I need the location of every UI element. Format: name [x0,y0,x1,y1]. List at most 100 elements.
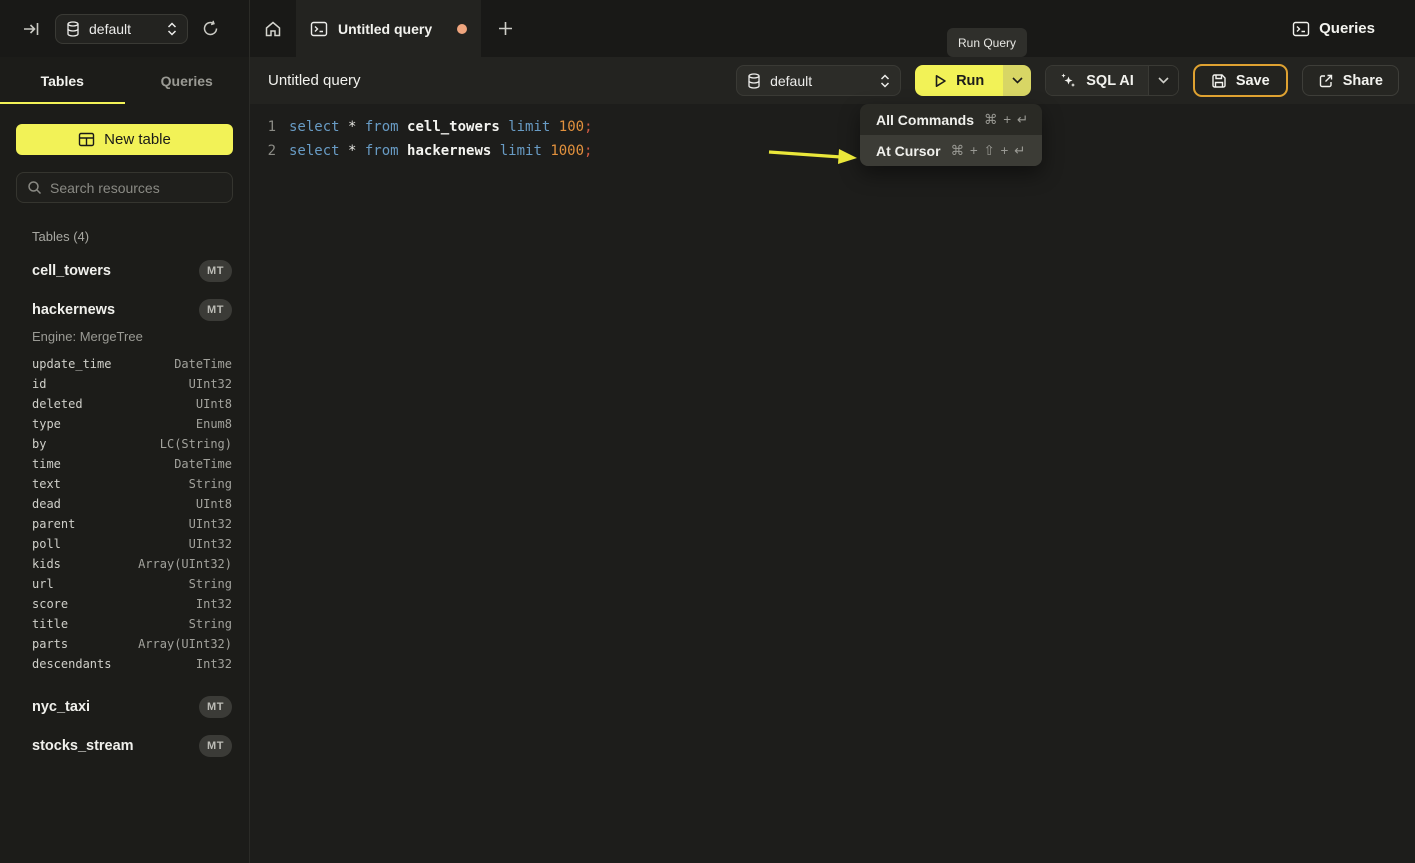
column-type: DateTime [174,457,232,471]
column-name: parts [32,637,68,651]
new-table-label: New table [104,131,171,148]
column-row: score Int32 [0,594,249,614]
table-name: stocks_stream [32,738,134,754]
main-area: Untitled query default [250,57,1415,863]
column-row: dead UInt8 [0,494,249,514]
column-type: String [189,617,232,631]
search-resources-box [16,172,233,203]
updown-chevron-icon [880,74,890,88]
search-icon [27,180,42,195]
run-button[interactable]: Run [915,65,1003,96]
sql-ai-label: SQL AI [1086,73,1134,89]
table-row-hackernews[interactable]: hackernews MT [0,298,249,322]
code-token: cell_towers [407,119,508,135]
column-name: descendants [32,657,111,671]
sql-ai-options-chevron[interactable] [1148,66,1178,95]
code-token: 1000 [550,143,584,159]
column-row: id UInt32 [0,374,249,394]
search-resources-input[interactable] [50,180,231,196]
share-button-label: Share [1343,73,1383,89]
column-name: deleted [32,397,83,411]
save-button[interactable]: Save [1193,64,1288,97]
column-type: UInt32 [189,377,232,391]
run-menu-item[interactable]: All Commands ⌘ + ↵ [860,104,1042,135]
run-menu-item[interactable]: At Cursor ⌘ + ⇧ + ↵ [860,135,1042,166]
top-bar-left: default [0,0,250,57]
engine-detail: Engine: MergeTree [0,329,249,344]
code-token: select [289,143,348,159]
new-tab-plus-icon[interactable] [481,0,529,57]
refresh-icon[interactable] [202,20,219,37]
database-icon [66,21,80,37]
column-name: parent [32,517,75,531]
engine-badge: MT [199,299,232,321]
column-name: type [32,417,61,431]
column-type: UInt32 [189,517,232,531]
table-row-nyc-taxi[interactable]: nyc_taxi MT [0,695,249,719]
sidebar: Tables Queries New table Tables (4) cell… [0,57,250,863]
code-token: hackernews [407,143,500,159]
query-terminal-icon [310,20,328,38]
run-options-menu: All Commands ⌘ + ↵ At Cursor ⌘ + ⇧ + ↵ [860,104,1042,166]
tables-section-header: Tables (4) [32,229,249,244]
column-row: title String [0,614,249,634]
code-token: 100 [559,119,584,135]
run-menu-item-shortcut: ⌘ + ⇧ + ↵ [951,143,1027,159]
table-row-stocks-stream[interactable]: stocks_stream MT [0,734,249,758]
run-options-chevron[interactable] [1003,65,1031,96]
column-type: Enum8 [196,417,232,431]
run-query-tooltip-text: Run Query [958,36,1016,50]
column-row: by LC(String) [0,434,249,454]
column-row: text String [0,474,249,494]
save-floppy-icon [1211,73,1227,89]
column-row: time DateTime [0,454,249,474]
sql-ai-button[interactable]: SQL AI [1046,66,1148,95]
column-name: update_time [32,357,111,371]
code-line-1[interactable]: 1 select * from cell_towers limit 100; [250,115,1415,139]
column-row: descendants Int32 [0,654,249,674]
column-type: LC(String) [160,437,232,451]
database-selector-topbar[interactable]: default [55,14,188,44]
column-row: parts Array(UInt32) [0,634,249,654]
column-type: DateTime [174,357,232,371]
engine-badge: MT [199,260,232,282]
code-token: ; [584,119,592,135]
code-token: limit [508,119,559,135]
line-number: 1 [250,115,276,139]
tab-bar: Untitled query [250,0,529,57]
tab-untitled-query[interactable]: Untitled query [296,0,481,57]
column-row: update_time DateTime [0,354,249,374]
table-name: cell_towers [32,263,111,279]
query-toolbar: Untitled query default [250,57,1415,104]
column-name: kids [32,557,61,571]
column-type: UInt8 [196,497,232,511]
hackernews-columns: update_time DateTime id UInt32 deleted U… [0,354,249,674]
sql-editor[interactable]: 1 select * from cell_towers limit 100; 2… [250,104,1415,163]
run-button-group: Run [915,65,1031,96]
sidebar-tab-tables[interactable]: Tables [0,57,125,104]
database-selector-toolbar[interactable]: default [736,65,901,96]
toolbar-controls: default Run [736,64,1399,97]
column-row: type Enum8 [0,414,249,434]
run-button-label: Run [956,73,984,89]
table-row-cell-towers[interactable]: cell_towers MT [0,259,249,283]
column-type: Array(UInt32) [138,557,232,571]
share-button[interactable]: Share [1302,65,1399,96]
column-name: time [32,457,61,471]
sidebar-tab-queries[interactable]: Queries [125,57,250,104]
code-text: select * from cell_towers limit 100; [276,115,593,139]
table-grid-icon [78,131,95,148]
run-menu-item-label: All Commands [876,112,974,128]
new-table-button[interactable]: New table [16,124,233,155]
collapse-sidebar-icon[interactable] [22,20,40,38]
column-row: parent UInt32 [0,514,249,534]
queries-button[interactable]: Queries [1292,0,1415,57]
queries-button-label: Queries [1319,20,1375,37]
column-name: by [32,437,46,451]
column-row: url String [0,574,249,594]
column-name: title [32,617,68,631]
code-line-2[interactable]: 2 select * from hackernews limit 1000; [250,139,1415,163]
code-token: limit [500,143,551,159]
column-row: poll UInt32 [0,534,249,554]
home-icon[interactable] [250,0,296,57]
